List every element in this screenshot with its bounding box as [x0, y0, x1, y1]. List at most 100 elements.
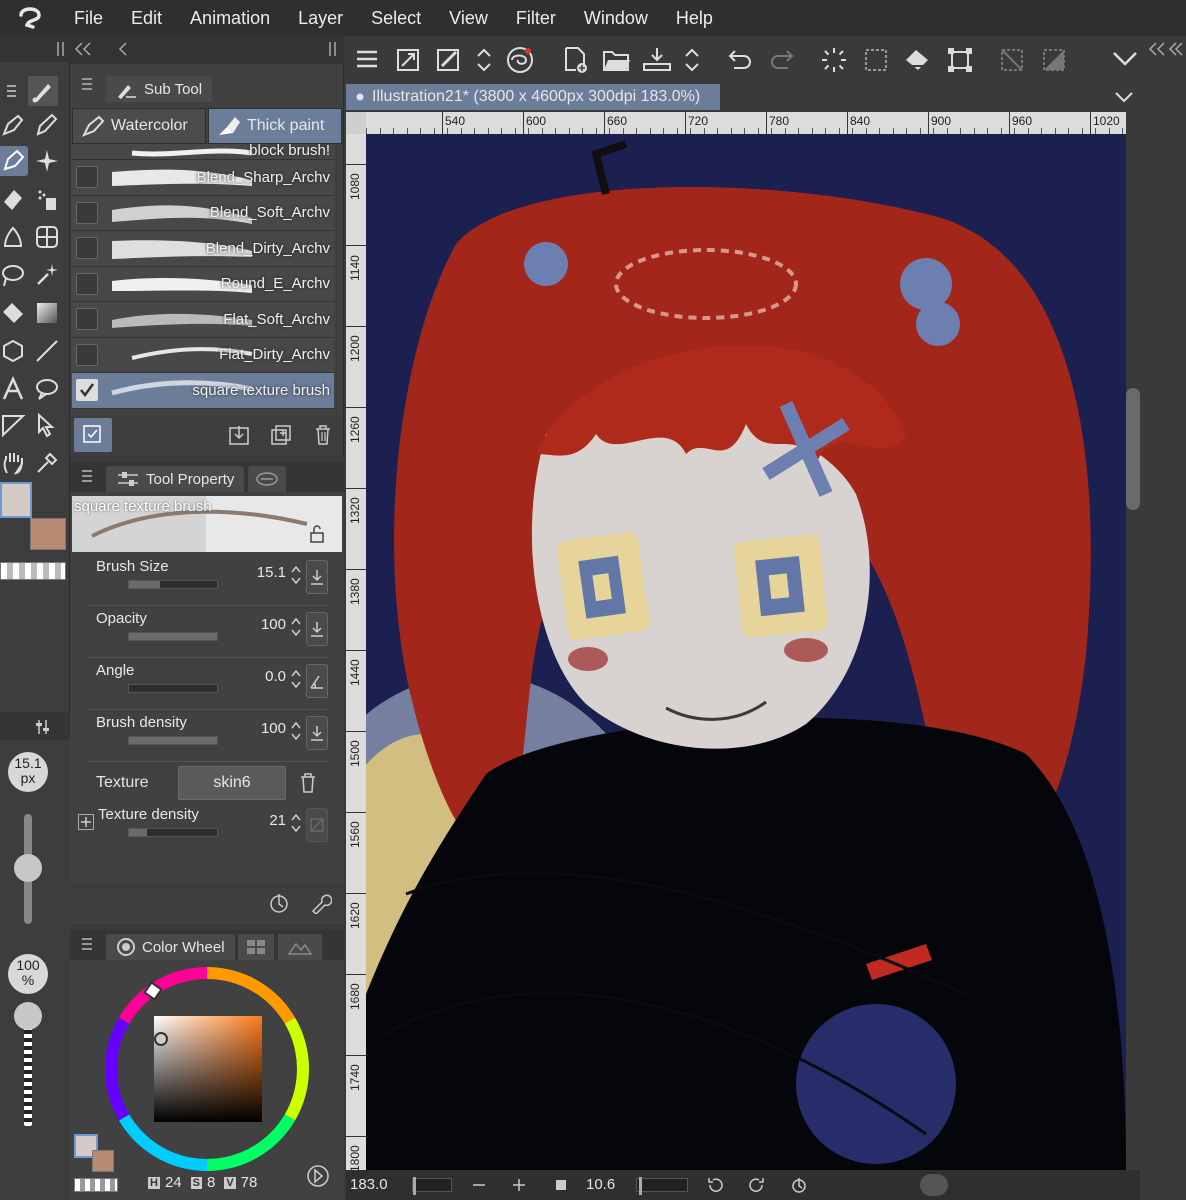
text-tool-icon[interactable]: [0, 374, 28, 404]
undo-icon[interactable]: [726, 46, 754, 74]
airbrush-tool-icon[interactable]: [32, 184, 62, 214]
prop-pressure-button[interactable]: [306, 716, 328, 750]
pencil-tool-icon[interactable]: [32, 110, 62, 140]
open-file-icon[interactable]: [602, 46, 632, 74]
subtool-grip-icon[interactable]: [82, 78, 92, 90]
brush-item-round-e[interactable]: Round_E_Archv: [72, 266, 334, 302]
color-mode-icon[interactable]: [306, 1164, 330, 1188]
prop-slider[interactable]: [128, 580, 218, 589]
brush-settings-icon[interactable]: [436, 48, 462, 72]
prop-angle-effect-button[interactable]: [306, 664, 328, 698]
toolbar-scroll-icon[interactable]: [476, 46, 492, 74]
prop-slider[interactable]: [128, 736, 218, 745]
clear-selection-icon[interactable]: [998, 46, 1026, 74]
import-icon[interactable]: [228, 424, 250, 446]
document-list-icon[interactable]: [1114, 90, 1134, 104]
prop-slider[interactable]: [128, 632, 218, 641]
loading-spinner-icon[interactable]: [820, 46, 848, 74]
zoom-slider-thumb[interactable]: [413, 1177, 416, 1195]
fill-bucket-icon[interactable]: [904, 46, 932, 74]
prop-slider[interactable]: [128, 828, 218, 837]
tab-color-set[interactable]: [238, 934, 274, 960]
fit-view-icon[interactable]: [396, 48, 420, 72]
color-wheel-grip-icon[interactable]: [82, 938, 92, 950]
color-picker-marker[interactable]: [154, 1032, 168, 1046]
lock-icon[interactable]: [308, 524, 326, 544]
prop-texture-density[interactable]: Texture density 21: [88, 802, 328, 854]
toolbar-scroll-icon-2[interactable]: [684, 46, 700, 74]
menu-select[interactable]: Select: [357, 0, 435, 36]
magic-wand-icon[interactable]: [32, 260, 62, 290]
brush-item-blend-soft[interactable]: Blend_Soft_Archv: [72, 195, 334, 231]
tool-property-grip-icon[interactable]: [82, 470, 92, 482]
tab-color-history[interactable]: [278, 934, 322, 960]
paint-tool-icon[interactable]: [0, 146, 28, 176]
menu-layer[interactable]: Layer: [284, 0, 357, 36]
duplicate-icon[interactable]: [270, 424, 292, 446]
tab-tool-property[interactable]: Tool Property: [106, 466, 245, 492]
invert-selection-icon[interactable]: [1040, 46, 1068, 74]
rotate-right-icon[interactable]: [748, 1176, 766, 1194]
group-tab-thick-paint[interactable]: Thick paint: [208, 108, 342, 144]
brush-checkbox[interactable]: [76, 166, 98, 189]
spinner-icon[interactable]: [290, 812, 302, 834]
brush-item-blend-dirty[interactable]: Blend_Dirty_Archv: [72, 231, 334, 267]
rotation-value[interactable]: 10.6: [586, 1176, 615, 1193]
prop-slider[interactable]: [128, 684, 218, 693]
menu-view[interactable]: View: [435, 0, 502, 36]
menu-icon[interactable]: [2, 76, 32, 106]
prop-angle[interactable]: Angle 0.0: [88, 658, 328, 710]
spinner-icon[interactable]: [290, 616, 302, 638]
hand-tool-icon[interactable]: [0, 448, 28, 478]
brush-checkbox-checked[interactable]: [76, 379, 98, 402]
prop-pressure-button[interactable]: [306, 560, 328, 594]
tab-sub-tool[interactable]: Sub Tool: [106, 76, 213, 102]
3d-tool-icon[interactable]: [0, 336, 28, 366]
app-logo-icon[interactable]: [0, 0, 60, 36]
drag-handle-icon[interactable]: [328, 42, 338, 56]
transparent-chip[interactable]: [74, 1178, 118, 1192]
opacity-slider-track[interactable]: [24, 1016, 32, 1126]
rotate-left-icon[interactable]: [706, 1176, 724, 1194]
vertical-scrollbar-thumb[interactable]: [1126, 388, 1140, 510]
eyedropper-tool-icon[interactable]: [32, 448, 62, 478]
sparkle-tool-icon[interactable]: [32, 146, 62, 176]
operation-tool-icon[interactable]: [32, 410, 62, 440]
brush-checkbox[interactable]: [76, 201, 98, 224]
tab-brush-shape[interactable]: [248, 466, 286, 492]
balloon-tool-icon[interactable]: [32, 374, 62, 404]
brush-size-settings-icon[interactable]: [34, 718, 52, 736]
prop-pressure-button[interactable]: [306, 612, 328, 646]
line-tool-icon[interactable]: [32, 336, 62, 366]
brush-tool-icon[interactable]: [28, 76, 58, 106]
blend-tool-icon[interactable]: [0, 222, 28, 252]
quick-access-icon[interactable]: [506, 46, 534, 74]
wrench-icon[interactable]: [310, 892, 332, 914]
collapse-left-icon[interactable]: [74, 42, 92, 56]
document-tab[interactable]: Illustration21* (3800 x 4600px 300dpi 18…: [346, 84, 720, 110]
brush-item-flat-dirty[interactable]: Flat_Dirty_Archv: [72, 337, 334, 373]
select-area-icon[interactable]: [862, 46, 890, 74]
group-tab-watercolor[interactable]: Watercolor: [72, 108, 206, 144]
eraser-tool-icon[interactable]: [0, 184, 28, 214]
reset-icon[interactable]: [268, 892, 290, 914]
chevron-left-icon[interactable]: [118, 42, 128, 56]
transparent-color-swatch[interactable]: [0, 562, 66, 580]
tab-color-wheel[interactable]: Color Wheel: [106, 934, 235, 960]
fill-tool-icon[interactable]: [0, 298, 28, 328]
menu-window[interactable]: Window: [570, 0, 662, 36]
ruler-tool-icon[interactable]: [0, 410, 28, 440]
texture-select[interactable]: skin6: [178, 766, 286, 800]
subtool-settings-button[interactable]: [74, 418, 112, 452]
prop-brush-density[interactable]: Brush density 100: [88, 710, 328, 762]
texture-trash-icon[interactable]: [298, 772, 318, 794]
collapse-right-icon[interactable]: [1148, 42, 1166, 56]
sub-color-chip[interactable]: [92, 1150, 114, 1172]
menu-filter[interactable]: Filter: [502, 0, 570, 36]
redo-icon[interactable]: [768, 46, 796, 74]
main-color-swatch[interactable]: [0, 482, 32, 518]
saturation-value-square[interactable]: [154, 1016, 262, 1122]
brush-size-slider-thumb[interactable]: [14, 854, 42, 882]
spinner-icon[interactable]: [290, 564, 302, 586]
expand-right-icon[interactable]: [1168, 42, 1184, 56]
